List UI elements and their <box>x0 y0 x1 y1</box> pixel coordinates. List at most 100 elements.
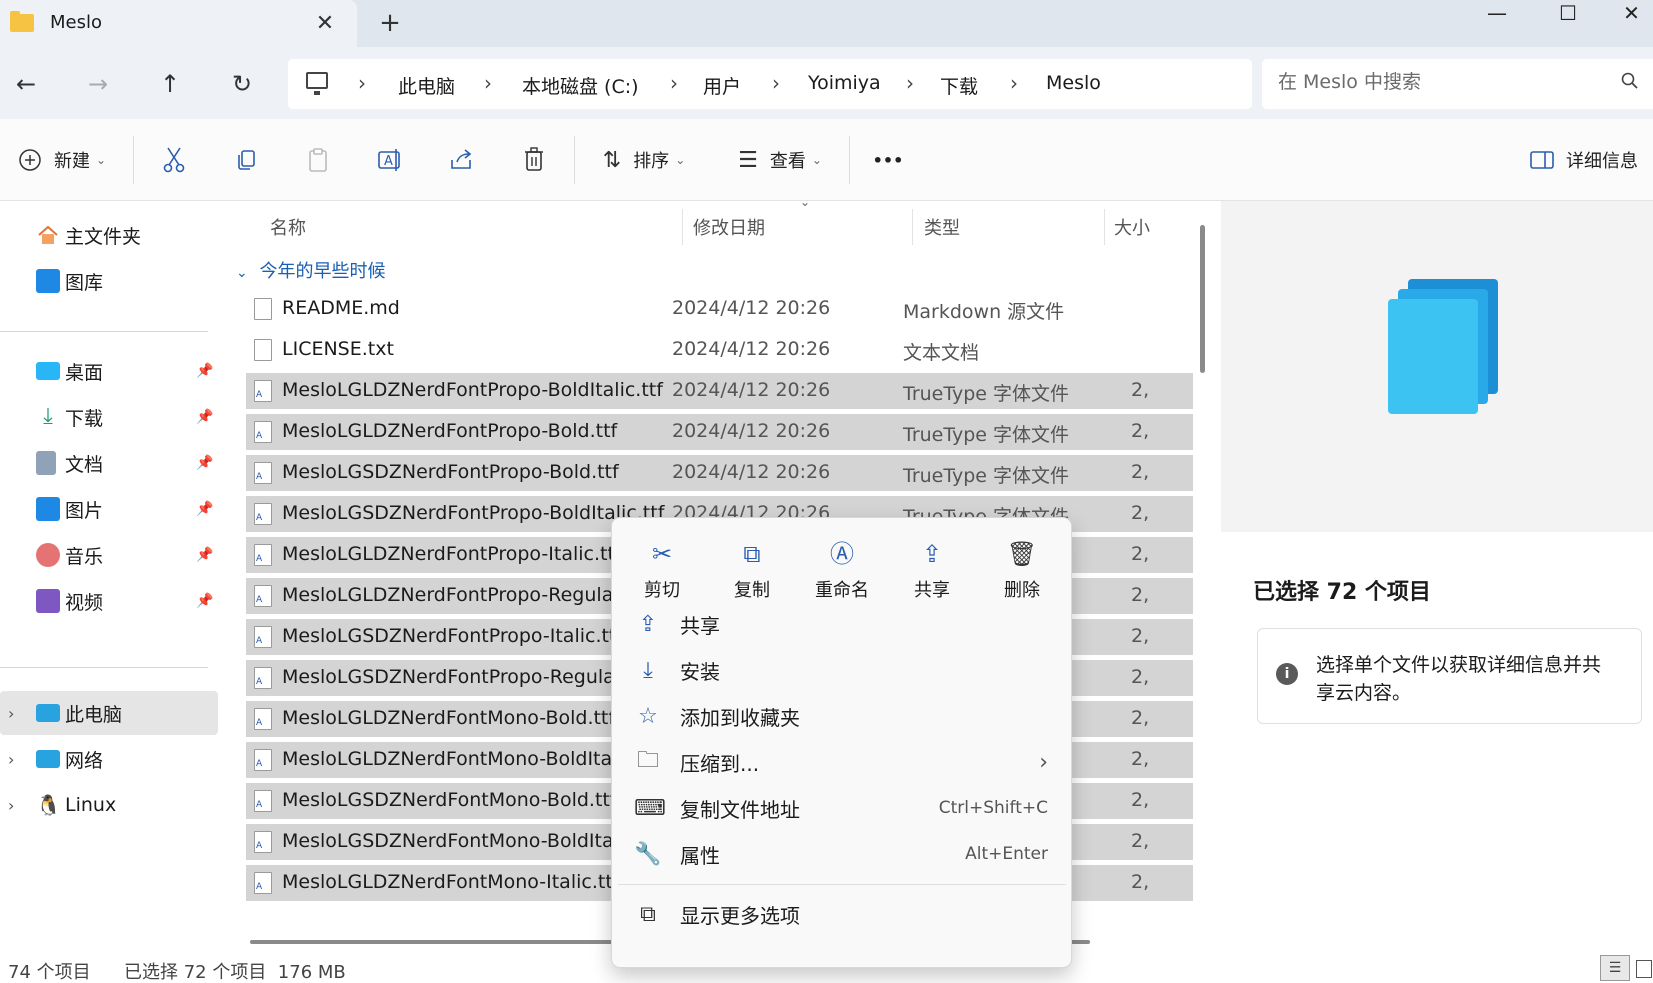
details-pane-button[interactable]: 详细信息 <box>1524 138 1644 182</box>
column-divider[interactable] <box>682 209 683 245</box>
info-icon: i <box>1276 663 1298 685</box>
sidebar-item-videos[interactable]: 视频 📌 <box>0 579 218 623</box>
sidebar-item-desktop[interactable]: 桌面 📌 <box>0 349 218 393</box>
file-name: MesloLGLDZNerdFontPropo-BoldItalic.ttf <box>282 379 663 401</box>
breadcrumb-users[interactable]: 用户 <box>703 72 741 99</box>
group-header[interactable]: ⌄ 今年的早些时候 <box>236 257 385 283</box>
sidebar-item-network[interactable]: › 网络 <box>0 737 218 781</box>
view-button[interactable]: ☰ 查看 ⌄ <box>730 138 830 182</box>
trash-icon: 🗑 <box>1006 540 1038 568</box>
column-header-date[interactable]: 修改日期 <box>693 214 765 240</box>
sidebar-item-linux[interactable]: › 🐧 Linux <box>0 783 218 827</box>
maximize-button[interactable]: ☐ <box>1538 0 1598 26</box>
details-view-icon[interactable]: ☰ <box>1600 955 1630 981</box>
breadcrumb-chevron-icon[interactable]: › <box>358 71 366 95</box>
cut-button[interactable] <box>156 138 192 182</box>
video-icon <box>36 589 60 613</box>
pin-icon[interactable]: 📌 <box>196 363 213 379</box>
column-header-size[interactable]: 大小 <box>1114 214 1150 240</box>
refresh-button[interactable]: ↻ <box>222 64 262 104</box>
group-label: 今年的早些时候 <box>259 261 386 282</box>
sort-button[interactable]: ⇅ 排序 ⌄ <box>596 138 692 182</box>
rename-button[interactable]: A <box>372 138 408 182</box>
address-bar[interactable]: › 此电脑 › 本地磁盘 (C:) › 用户 › Yoimiya › 下载 › … <box>288 59 1252 109</box>
menu-item-compress[interactable]: 🗀 压缩到... › <box>618 740 1066 784</box>
chevron-right-icon[interactable]: › <box>8 704 14 723</box>
chevron-right-icon: › <box>1039 749 1048 775</box>
context-cut-label: 剪切 <box>644 580 680 601</box>
delete-button[interactable] <box>516 138 552 182</box>
breadcrumb-chevron-icon[interactable]: › <box>1010 71 1018 95</box>
chevron-down-icon: ⌄ <box>236 265 248 281</box>
pin-icon[interactable]: 📌 <box>196 593 213 609</box>
menu-item-share[interactable]: ⇪ 共享 <box>618 602 1066 646</box>
paste-button[interactable] <box>300 138 336 182</box>
pictures-icon <box>36 497 60 521</box>
computer-stand <box>314 91 320 95</box>
file-row[interactable]: LICENSE.txt 2024/4/12 20:26 文本文档 <box>246 332 1193 368</box>
up-button[interactable]: ↑ <box>150 64 190 104</box>
share-button[interactable] <box>444 138 480 182</box>
sidebar-item-gallery[interactable]: 图库 <box>0 259 218 303</box>
menu-item-add-favorites[interactable]: ☆ 添加到收藏夹 <box>618 694 1066 738</box>
column-header-name[interactable]: 名称 <box>270 214 306 240</box>
new-tab-button[interactable]: + <box>370 8 410 38</box>
pin-icon[interactable]: 📌 <box>196 547 213 563</box>
font-file-icon: A <box>254 626 272 648</box>
file-row[interactable]: A MesloLGSDZNerdFontPropo-Bold.ttf 2024/4/… <box>246 455 1193 491</box>
forward-button[interactable]: → <box>78 64 118 104</box>
file-size: 2, <box>1131 461 1150 483</box>
sidebar-item-downloads[interactable]: ⤓ 下载 📌 <box>0 395 218 439</box>
desktop-icon <box>36 362 60 380</box>
menu-item-show-more[interactable]: ⧉ 显示更多选项 <box>618 892 1066 936</box>
sidebar-item-this-pc[interactable]: › 此电脑 <box>0 691 218 735</box>
vertical-scrollbar[interactable] <box>1200 225 1205 373</box>
file-row[interactable]: A MesloLGLDZNerdFontPropo-BoldItalic.ttf 2… <box>246 373 1193 409</box>
file-row[interactable]: A MesloLGLDZNerdFontPropo-Bold.ttf 2024/4/… <box>246 414 1193 450</box>
sidebar-item-pictures[interactable]: 图片 📌 <box>0 487 218 531</box>
sidebar-item-home[interactable]: 主文件夹 <box>0 213 218 257</box>
search-box[interactable] <box>1262 59 1653 109</box>
menu-item-install[interactable]: ⤓ 安装 <box>618 648 1066 692</box>
new-label: 新建 <box>53 151 90 172</box>
pin-icon[interactable]: 📌 <box>196 455 213 471</box>
sidebar-item-documents[interactable]: 文档 📌 <box>0 441 218 485</box>
copy-button[interactable] <box>228 138 264 182</box>
breadcrumb-chevron-icon[interactable]: › <box>484 71 492 95</box>
sidebar-item-music[interactable]: 音乐 📌 <box>0 533 218 577</box>
file-name: MesloLGSDZNerdFontMono-BoldItalic.ttf <box>282 830 663 852</box>
column-divider[interactable] <box>912 209 913 245</box>
tiles-view-icon[interactable] <box>1636 960 1652 978</box>
sidebar-item-label: 音乐 <box>65 545 104 568</box>
pin-icon[interactable]: 📌 <box>196 501 213 517</box>
more-options-button[interactable]: ••• <box>870 138 906 182</box>
file-size: 2, <box>1131 748 1150 770</box>
search-icon[interactable] <box>1621 71 1639 95</box>
file-row[interactable]: README.md 2024/4/12 20:26 Markdown 源文件 <box>246 291 1193 327</box>
tab-meslo[interactable]: Meslo ✕ <box>0 0 357 47</box>
pin-icon[interactable]: 📌 <box>196 409 213 425</box>
rename-icon: Ⓐ <box>830 540 854 568</box>
breadcrumb-drive-c[interactable]: 本地磁盘 (C:) <box>522 72 639 99</box>
breadcrumb-chevron-icon[interactable]: › <box>906 71 914 95</box>
breadcrumb-meslo[interactable]: Meslo <box>1046 72 1101 94</box>
breadcrumb-yoimiya[interactable]: Yoimiya <box>808 72 881 94</box>
column-divider[interactable] <box>1104 209 1105 245</box>
breadcrumb-chevron-icon[interactable]: › <box>772 71 780 95</box>
close-window-button[interactable]: ✕ <box>1610 0 1653 26</box>
chevron-right-icon[interactable]: › <box>8 796 14 815</box>
search-input[interactable] <box>1278 71 1598 93</box>
back-button[interactable]: ← <box>6 64 46 104</box>
new-button[interactable]: 新建 ⌄ <box>14 138 110 182</box>
breadcrumb-chevron-icon[interactable]: › <box>670 71 678 95</box>
breadcrumb-this-pc[interactable]: 此电脑 <box>398 72 455 99</box>
chevron-right-icon[interactable]: › <box>8 750 14 769</box>
menu-item-properties[interactable]: 🔧 属性 Alt+Enter <box>618 832 1066 876</box>
minimize-button[interactable]: — <box>1467 0 1527 26</box>
breadcrumb-downloads[interactable]: 下载 <box>940 72 978 99</box>
column-header-type[interactable]: 类型 <box>924 214 960 240</box>
file-size: 2, <box>1131 379 1150 401</box>
close-tab-icon[interactable]: ✕ <box>310 8 340 38</box>
menu-item-copy-path[interactable]: ⌨ 复制文件地址 Ctrl+Shift+C <box>618 786 1066 830</box>
font-file-icon: A <box>254 380 272 402</box>
